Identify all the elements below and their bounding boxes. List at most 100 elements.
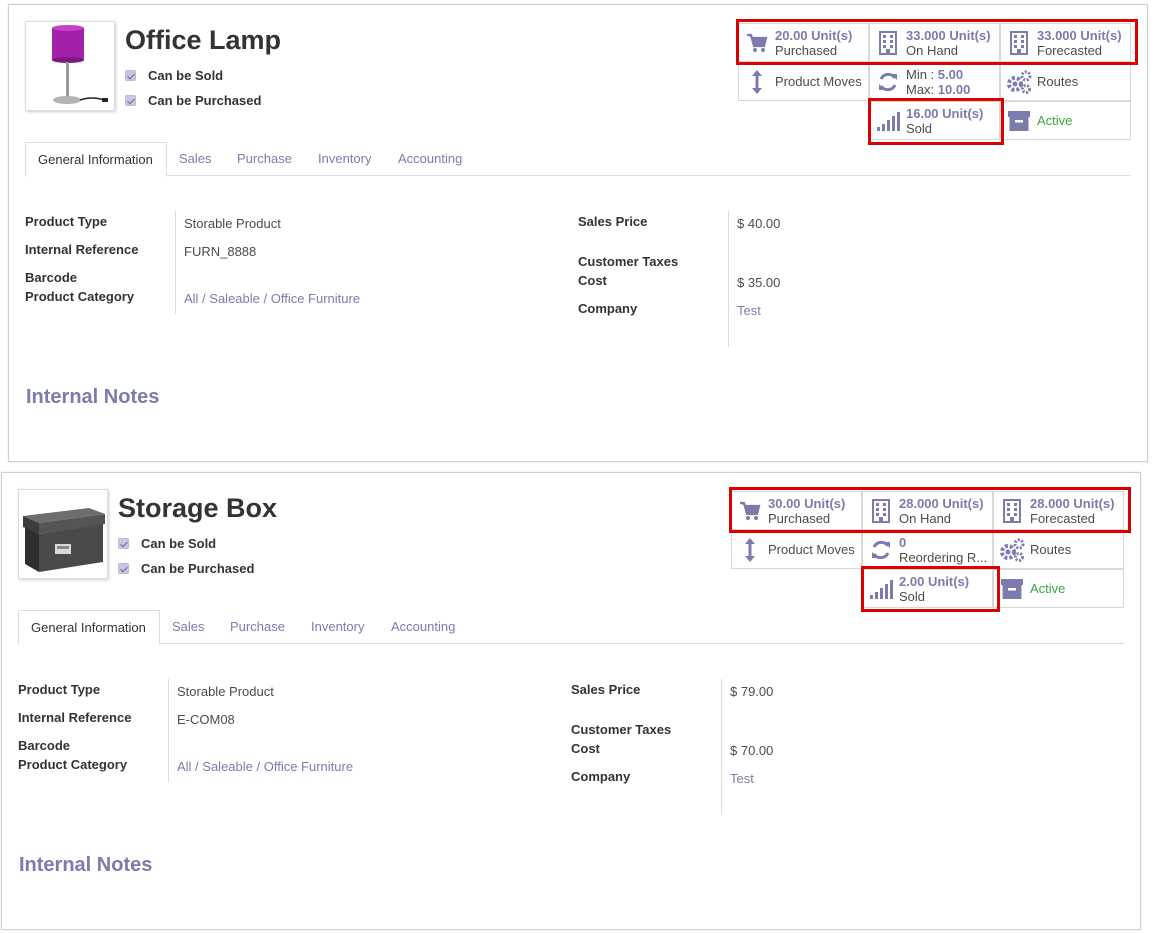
product-moves-button[interactable]: Product Moves	[738, 62, 869, 101]
sales-price-field[interactable]: $ 79.00	[730, 684, 773, 699]
barcode-label: Barcode	[18, 738, 71, 753]
product-type-field[interactable]: Storable Product	[184, 216, 281, 231]
tab-accounting[interactable]: Accounting	[386, 142, 474, 176]
cost-field[interactable]: $ 70.00	[730, 743, 773, 758]
product-name[interactable]: Office Lamp	[125, 25, 281, 56]
on-hand-value: 28.000	[899, 495, 939, 511]
sales-price-field[interactable]: $ 40.00	[737, 216, 780, 231]
product-moves-label: Product Moves	[768, 542, 855, 557]
reordering-rules-button[interactable]: Min : 5.00 Max: 10.00	[869, 62, 1000, 101]
tab-sales[interactable]: Sales	[167, 142, 224, 176]
can-be-sold-checkbox[interactable]	[125, 70, 136, 81]
tab-purchase[interactable]: Purchase	[218, 610, 297, 644]
on-hand-label: On Hand	[906, 42, 959, 58]
product-form-office-lamp: Office Lamp Can be Sold Can be Purchased…	[8, 4, 1148, 462]
tab-general-information[interactable]: General Information	[18, 610, 160, 645]
product-image[interactable]	[18, 489, 108, 579]
reorder-max-value: 10.00	[937, 81, 971, 97]
can-be-purchased-row[interactable]: Can be Purchased	[118, 561, 254, 576]
customer-taxes-label: Customer Taxes	[571, 722, 672, 737]
internal-reference-field[interactable]: E-COM08	[177, 712, 235, 727]
product-category-label: Product Category	[25, 289, 135, 304]
tab-purchase[interactable]: Purchase	[225, 142, 304, 176]
field-separator	[175, 211, 176, 314]
routes-button[interactable]: Routes	[1000, 62, 1131, 101]
tab-accounting[interactable]: Accounting	[379, 610, 467, 644]
sales-price-label: Sales Price	[578, 214, 648, 229]
signal-bars-icon	[863, 579, 899, 599]
field-separator	[721, 679, 722, 815]
product-moves-button[interactable]: Product Moves	[731, 530, 862, 569]
product-type-field[interactable]: Storable Product	[177, 684, 274, 699]
forecasted-button[interactable]: 33.000 Unit(s) Forecasted	[1000, 23, 1131, 62]
refresh-icon	[870, 71, 906, 93]
can-be-purchased-row[interactable]: Can be Purchased	[125, 93, 261, 108]
internal-reference-field[interactable]: FURN_8888	[184, 244, 256, 259]
cost-label: Cost	[578, 273, 607, 288]
product-category-field[interactable]: All / Saleable / Office Furniture	[184, 291, 360, 306]
building-icon	[863, 498, 899, 523]
can-be-purchased-checkbox[interactable]	[125, 95, 136, 106]
company-label: Company	[571, 769, 631, 784]
company-field[interactable]: Test	[737, 303, 761, 318]
product-image[interactable]	[25, 21, 115, 111]
can-be-sold-label: Can be Sold	[148, 68, 224, 83]
arrows-vertical-icon	[732, 537, 768, 563]
sold-unit: Unit(s)	[927, 573, 970, 589]
reorder-max-label: Max:	[906, 81, 938, 97]
on-hand-button[interactable]: 28.000 Unit(s) On Hand	[862, 491, 993, 530]
forecasted-value: 33.000	[1037, 27, 1077, 43]
forecasted-button[interactable]: 28.000 Unit(s) Forecasted	[993, 491, 1124, 530]
reordering-rules-button[interactable]: 0 Reordering R...	[862, 530, 993, 569]
company-field[interactable]: Test	[730, 771, 754, 786]
cost-field[interactable]: $ 35.00	[737, 275, 780, 290]
cost-label: Cost	[571, 741, 600, 756]
internal-reference-label: Internal Reference	[18, 710, 132, 725]
field-separator	[168, 679, 169, 782]
can-be-sold-row[interactable]: Can be Sold	[118, 536, 216, 551]
reorder-min-label: Min :	[906, 66, 938, 82]
purchased-button[interactable]: 20.00 Unit(s) Purchased	[738, 23, 869, 62]
active-toggle-button[interactable]: Active	[1000, 101, 1131, 140]
internal-reference-label: Internal Reference	[25, 242, 139, 257]
building-icon	[1001, 30, 1037, 55]
tab-inventory[interactable]: Inventory	[306, 142, 383, 176]
gears-icon	[1001, 70, 1037, 94]
forecasted-label: Forecasted	[1037, 42, 1103, 58]
form-tabs: General Information Sales Purchase Inven…	[25, 142, 1131, 177]
field-separator	[728, 211, 729, 347]
product-type-label: Product Type	[25, 214, 108, 229]
product-category-field[interactable]: All / Saleable / Office Furniture	[177, 759, 353, 774]
routes-button[interactable]: Routes	[993, 530, 1124, 569]
signal-bars-icon	[870, 111, 906, 131]
can-be-sold-row[interactable]: Can be Sold	[125, 68, 223, 83]
arrows-vertical-icon	[739, 69, 775, 95]
internal-notes-heading: Internal Notes	[26, 386, 160, 408]
purchased-value: 20.00	[775, 27, 808, 43]
tab-general-information[interactable]: General Information	[25, 142, 167, 177]
can-be-sold-checkbox[interactable]	[118, 538, 129, 549]
can-be-purchased-label: Can be Purchased	[148, 93, 262, 108]
purchased-button[interactable]: 30.00 Unit(s) Purchased	[731, 491, 862, 530]
sold-button[interactable]: 16.00 Unit(s) Sold	[869, 101, 1000, 140]
forecasted-unit: Unit(s)	[1080, 27, 1122, 43]
building-icon	[870, 30, 906, 55]
forecasted-value: 28.000	[1030, 495, 1070, 511]
tab-inventory[interactable]: Inventory	[299, 610, 376, 644]
company-label: Company	[578, 301, 638, 316]
on-hand-button[interactable]: 33.000 Unit(s) On Hand	[869, 23, 1000, 62]
sold-value: 2.00	[899, 573, 925, 589]
tab-sales[interactable]: Sales	[160, 610, 217, 644]
product-form-storage-box: Storage Box Can be Sold Can be Purchased…	[1, 472, 1141, 930]
storage-box-image	[19, 490, 107, 578]
active-toggle-button[interactable]: Active	[993, 569, 1124, 608]
sold-button[interactable]: 2.00 Unit(s) Sold	[862, 569, 993, 608]
active-label: Active	[1037, 113, 1073, 128]
form-tabs: General Information Sales Purchase Inven…	[18, 610, 1124, 645]
customer-taxes-label: Customer Taxes	[578, 254, 679, 269]
on-hand-unit: Unit(s)	[949, 27, 991, 43]
product-name[interactable]: Storage Box	[118, 493, 277, 524]
cart-icon	[739, 33, 775, 53]
smart-buttons: 30.00 Unit(s) Purchased 28.000 Unit(s) On …	[731, 491, 1125, 611]
can-be-purchased-checkbox[interactable]	[118, 563, 129, 574]
